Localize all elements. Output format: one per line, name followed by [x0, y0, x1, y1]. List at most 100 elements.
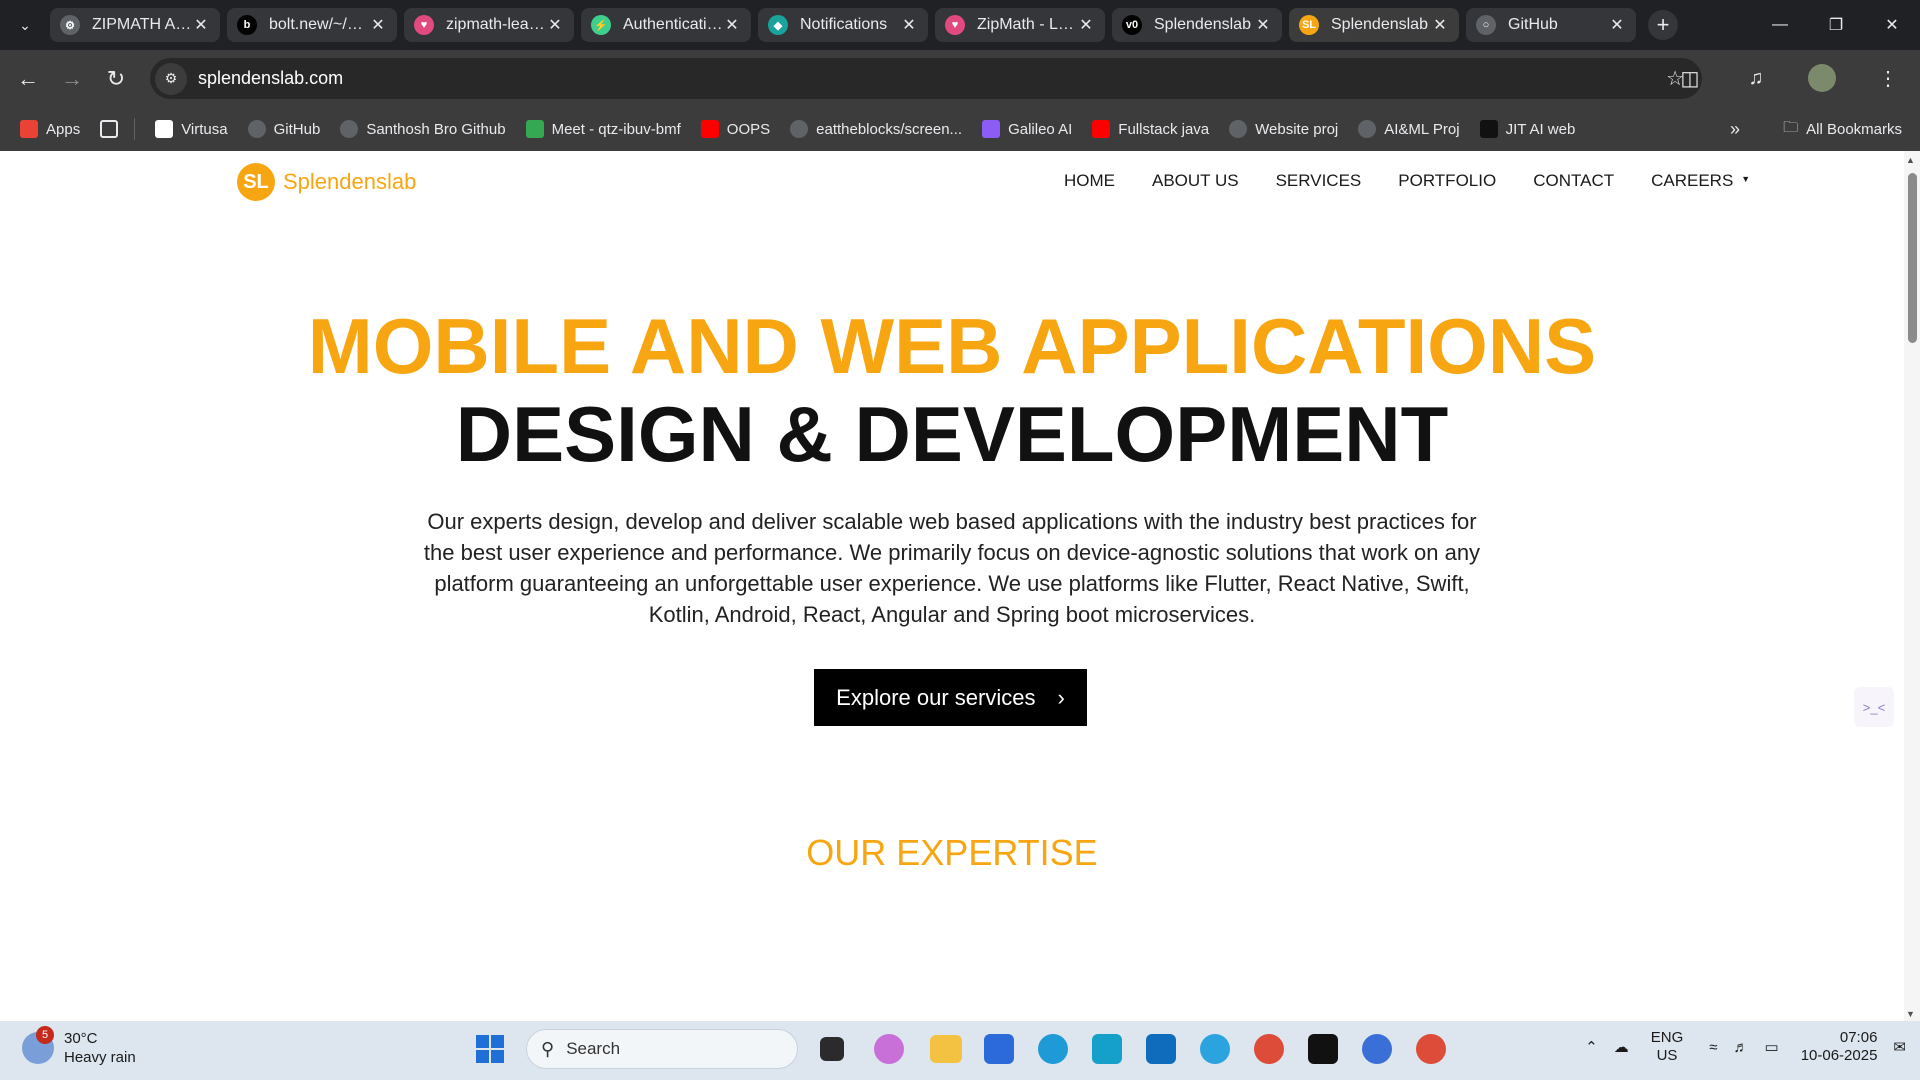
close-icon[interactable]: ✕: [369, 15, 387, 35]
close-icon[interactable]: ✕: [1608, 15, 1626, 35]
chevron-up-icon[interactable]: ⌃: [1585, 1038, 1598, 1056]
jit-icon: [1479, 120, 1498, 138]
taskbar: 5 30°C Heavy rain ⚲ Search ⌃ ☁ ENG US ≈ ♬…: [0, 1021, 1920, 1080]
tab-title: Splendenslab: [1331, 16, 1428, 33]
restore-icon[interactable]: ❐: [1808, 0, 1864, 50]
close-window-icon[interactable]: ✕: [1864, 0, 1920, 50]
scroll-down-icon[interactable]: ▼: [1906, 1009, 1915, 1019]
bookmark-jit[interactable]: JIT AI web: [1479, 120, 1575, 138]
scrollbar-thumb[interactable]: [1908, 173, 1917, 343]
tab-bolt[interactable]: b bolt.new/~/sb1 ✕: [227, 8, 397, 42]
myhp-icon[interactable]: [1092, 1034, 1122, 1064]
close-icon[interactable]: ✕: [900, 15, 918, 35]
site-info-icon[interactable]: ⚙: [155, 62, 187, 95]
close-icon[interactable]: ✕: [192, 15, 210, 35]
telegram-icon[interactable]: [1200, 1034, 1230, 1064]
bookmark-github[interactable]: GitHub: [247, 120, 320, 138]
nav-portfolio[interactable]: PORTFOLIO: [1398, 171, 1496, 191]
capcut-icon[interactable]: [1308, 1034, 1338, 1064]
battery-icon[interactable]: ▭: [1765, 1038, 1779, 1056]
close-icon[interactable]: ✕: [1431, 15, 1449, 35]
clock[interactable]: 07:06 10-06-2025: [1801, 1029, 1878, 1065]
nav-services[interactable]: SERVICES: [1276, 171, 1362, 191]
nav-contact[interactable]: CONTACT: [1533, 171, 1614, 191]
media-control-icon[interactable]: ♫: [1734, 56, 1778, 100]
profile-avatar[interactable]: [1800, 56, 1844, 100]
tab-title: Authentication: [623, 16, 723, 33]
app-a-icon[interactable]: [1362, 1034, 1392, 1064]
tab-notifications[interactable]: ◆ Notifications ✕: [758, 8, 928, 42]
chevron-right-icon: ›: [1057, 684, 1065, 710]
bookmark-apps[interactable]: Apps: [20, 120, 80, 138]
bookmark-virtusa[interactable]: Virtusa: [155, 120, 228, 138]
bolt-icon: b: [237, 15, 257, 35]
language-indicator[interactable]: ENG US: [1651, 1029, 1684, 1065]
tab-splendenslab-v0[interactable]: v0 Splendenslab ✕: [1112, 8, 1282, 42]
tab-zipmath-learn[interactable]: ♥ ZipMath - Learn✕: [935, 8, 1105, 42]
tab-github[interactable]: ○ GitHub ✕: [1466, 8, 1636, 42]
new-tab-button[interactable]: +: [1648, 10, 1678, 40]
bookmark-eattheblocks[interactable]: eattheblocks/screen...: [790, 120, 962, 138]
close-icon[interactable]: ✕: [546, 15, 564, 35]
bookmark-fullstack[interactable]: Fullstack java: [1092, 120, 1209, 138]
url-text[interactable]: splendenslab.com: [198, 68, 343, 89]
more-bookmarks-icon[interactable]: »: [1730, 119, 1740, 140]
bookmark-meet[interactable]: Meet - qtz-ibuv-bmf: [525, 120, 681, 138]
address-bar[interactable]: ⚙ splendenslab.com ☆: [150, 58, 1702, 99]
weather-widget[interactable]: 5 30°C Heavy rain: [22, 1026, 136, 1067]
bookmark-oops[interactable]: OOPS: [700, 120, 771, 138]
task-view-icon[interactable]: [820, 1037, 844, 1061]
nav-home[interactable]: HOME: [1064, 171, 1115, 191]
notification-bell-icon[interactable]: ✉: [1893, 1038, 1906, 1056]
scroll-up-icon[interactable]: ▲: [1906, 155, 1915, 165]
weather-temp: 30°C: [64, 1030, 98, 1047]
bookmark-santhosh[interactable]: Santhosh Bro Github: [340, 120, 506, 138]
floating-widget-icon[interactable]: >_<: [1854, 687, 1894, 727]
bookmark-label: Apps: [46, 120, 81, 138]
hero-title-line2: DESIGN & DEVELOPMENT: [455, 390, 1449, 478]
tab-zipmath-app[interactable]: ⚙ ZIPMATH App ✕: [50, 8, 220, 42]
forward-icon[interactable]: →: [50, 57, 94, 101]
explore-services-button[interactable]: Explore our services ›: [814, 669, 1087, 726]
tab-title: bolt.new/~/sb1: [269, 16, 369, 33]
onedrive-icon[interactable]: ☁: [1614, 1038, 1629, 1056]
bookmark-label: Meet - qtz-ibuv-bmf: [551, 120, 681, 138]
bookmarks-bar: Apps Virtusa GitHub Santhosh Bro Github …: [0, 107, 1920, 151]
nav-careers[interactable]: CAREERS ▼: [1651, 171, 1750, 191]
close-icon[interactable]: ✕: [1254, 15, 1272, 35]
bookmark-website-proj[interactable]: Website proj: [1229, 120, 1338, 138]
bookmark-label: Website proj: [1255, 120, 1339, 138]
tab-splendenslab-active[interactable]: SL Splendenslab ✕: [1289, 8, 1459, 42]
tab-authentication[interactable]: ⚡ Authentication ✕: [581, 8, 751, 42]
wifi-icon[interactable]: ≈: [1709, 1039, 1717, 1056]
minimize-icon[interactable]: —: [1752, 0, 1808, 50]
bookmark-label: OOPS: [726, 120, 771, 138]
tab-search-icon[interactable]: ⌄: [0, 0, 50, 50]
page-scrollbar[interactable]: ▲ ▼: [1904, 151, 1920, 1021]
all-bookmarks-button[interactable]: 🗀 All Bookmarks: [1783, 117, 1902, 142]
cta-label: Explore our services: [836, 684, 1036, 710]
tab-zipmath-learning[interactable]: ♥ zipmath-learning✕: [404, 8, 574, 42]
extensions-icon[interactable]: ◫: [1668, 56, 1712, 100]
tab-title: Notifications: [800, 16, 888, 33]
chrome-icon[interactable]: [1254, 1034, 1284, 1064]
copilot-icon[interactable]: [874, 1034, 904, 1064]
site-logo[interactable]: SL Splendenslab: [237, 163, 416, 201]
close-icon[interactable]: ✕: [1077, 15, 1095, 35]
taskbar-search[interactable]: ⚲ Search: [526, 1029, 798, 1069]
tab-groups-button[interactable]: [100, 120, 119, 138]
outlook-icon[interactable]: [1146, 1034, 1176, 1064]
reload-icon[interactable]: ↻: [94, 57, 138, 101]
back-icon[interactable]: ←: [6, 57, 50, 101]
menu-icon[interactable]: ⋮: [1866, 56, 1910, 100]
close-icon[interactable]: ✕: [723, 15, 741, 35]
chrome-profile-icon[interactable]: [1416, 1034, 1446, 1064]
bookmark-aiml[interactable]: AI&ML Proj: [1358, 120, 1460, 138]
bookmark-galileo[interactable]: Galileo AI: [982, 120, 1072, 138]
nav-about[interactable]: ABOUT US: [1152, 171, 1239, 191]
volume-icon[interactable]: ♬: [1734, 1039, 1749, 1056]
file-explorer-icon[interactable]: [930, 1035, 962, 1063]
store-icon[interactable]: [984, 1034, 1014, 1064]
start-button[interactable]: [470, 1029, 510, 1069]
edge-icon[interactable]: [1038, 1034, 1068, 1064]
